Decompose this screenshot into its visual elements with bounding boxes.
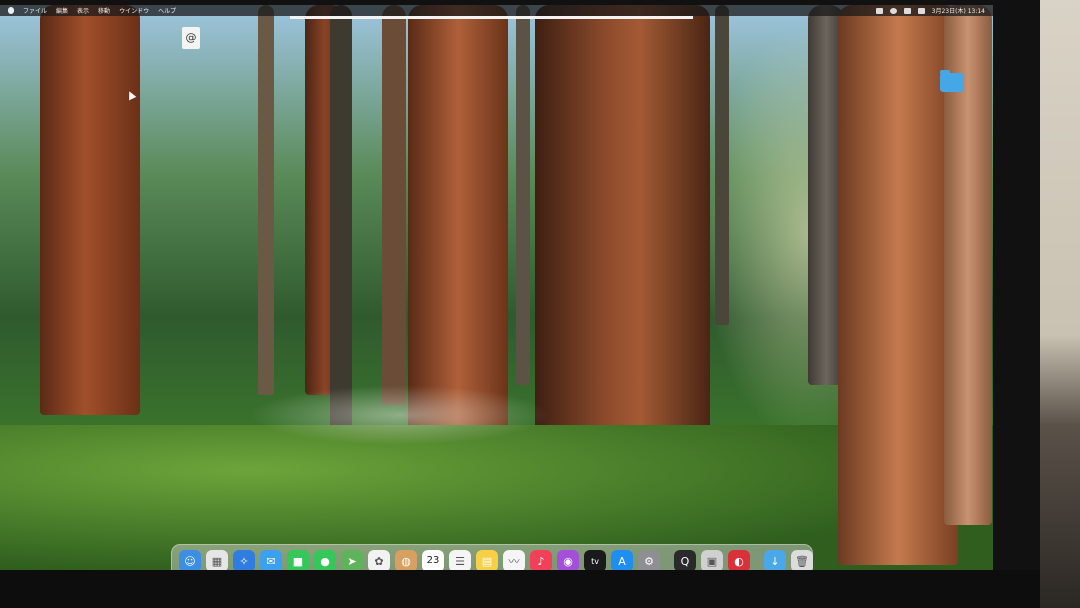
dock-quicktime-icon[interactable]: Q	[674, 550, 696, 572]
dock-messages-icon[interactable]: ●	[314, 550, 336, 572]
dock-app-store-icon[interactable]: A	[611, 550, 633, 572]
dock-maps-icon[interactable]: ➤	[341, 550, 363, 572]
dock-mail-icon[interactable]: ✉	[260, 550, 282, 572]
room-wall	[1036, 0, 1080, 608]
progress-fill	[290, 16, 693, 19]
dock-photo-booth-icon[interactable]: ◐	[728, 550, 750, 572]
dock-glyph: ▦	[211, 554, 223, 568]
dock-reminders-icon[interactable]: ☰	[449, 550, 471, 572]
dock-screenshot-icon[interactable]: ▣	[701, 550, 723, 572]
dock-finder-icon[interactable]: ☺	[179, 550, 201, 572]
desktop-folder-icon[interactable]	[940, 70, 964, 92]
dock-glyph: ✿	[374, 554, 384, 568]
calendar-day: 23	[426, 555, 440, 566]
calendar-face: 23	[427, 556, 440, 566]
status-area: 3月23日(木) 13:14	[875, 6, 993, 15]
dock-music-icon[interactable]: ♪	[530, 550, 552, 572]
dock-glyph: ➤	[347, 554, 357, 568]
dock-launchpad-icon[interactable]: ▦	[206, 550, 228, 572]
menu-bar: ファイル 編集 表示 移動 ウインドウ ヘルプ 3月23日(木) 13:14	[0, 5, 993, 16]
monitor-bottom-bezel	[0, 570, 1040, 608]
mist	[250, 385, 550, 445]
dock-glyph: ▤	[481, 554, 493, 568]
menu-go[interactable]: 移動	[98, 6, 110, 15]
tree-trunk	[258, 5, 274, 395]
dock-contacts-icon[interactable]: ◍	[395, 550, 417, 572]
progress-bar	[290, 16, 693, 19]
menu-window[interactable]: ウインドウ	[119, 6, 149, 15]
menu-edit[interactable]: 編集	[56, 6, 68, 15]
tree-trunk	[715, 5, 729, 325]
dock-glyph: Q	[680, 554, 690, 568]
desktop-at-file-icon[interactable]: @	[182, 27, 200, 49]
menu-help[interactable]: ヘルプ	[158, 6, 176, 15]
dock-glyph: ☺	[184, 554, 196, 568]
tree-trunk	[40, 5, 140, 415]
status-menu-icon[interactable]	[875, 7, 883, 14]
tree-trunk	[382, 5, 406, 405]
dock-podcasts-icon[interactable]: ◉	[557, 550, 579, 572]
dock-glyph: ♪	[537, 554, 545, 568]
dock-notes-icon[interactable]: ▤	[476, 550, 498, 572]
dock-trash-icon[interactable]: 🗑	[791, 550, 813, 572]
dock-glyph: ⚙	[644, 554, 654, 568]
search-icon[interactable]	[903, 7, 911, 14]
dock-glyph: ◉	[563, 554, 573, 568]
dock-freeform-icon[interactable]: 〰	[503, 550, 525, 572]
dock-downloads-folder-icon[interactable]: ↓	[764, 550, 786, 572]
dock-facetime-icon[interactable]: ■	[287, 550, 309, 572]
tree-trunk	[516, 5, 530, 385]
menu-file[interactable]: ファイル	[23, 6, 47, 15]
dock-apple-tv-icon[interactable]: tv	[584, 550, 606, 572]
menu-view[interactable]: 表示	[77, 6, 89, 15]
dock-glyph: ◍	[401, 554, 411, 568]
dock-safari-icon[interactable]: ✧	[233, 550, 255, 572]
dock-glyph: ☰	[455, 554, 465, 568]
menu-left: ファイル 編集 表示 移動 ウインドウ ヘルプ	[0, 6, 176, 15]
dock-glyph: ●	[320, 554, 330, 568]
tree-trunk	[408, 5, 508, 445]
dock-glyph: ▣	[706, 554, 718, 568]
dock-system-settings-icon[interactable]: ⚙	[638, 550, 660, 572]
dock-photos-icon[interactable]: ✿	[368, 550, 390, 572]
dock-glyph: ✉	[266, 554, 276, 568]
dock-glyph: ✧	[239, 554, 249, 568]
menu-clock[interactable]: 3月23日(木) 13:14	[932, 6, 985, 15]
dock-calendar-icon[interactable]: 23	[422, 550, 444, 572]
dock-glyph: tv	[591, 556, 599, 566]
dock-glyph: A	[618, 554, 626, 568]
dock: ☺ ▦ ✧ ✉ ■ ● ➤ ✿ ◍ 23 ☰ ▤ 〰 ♪ ◉ tv A ⚙ Q ▣ ◐ ↓ 🗑	[171, 544, 813, 572]
dock-glyph: 〰	[508, 555, 520, 568]
control-center-icon[interactable]	[917, 7, 925, 14]
dock-glyph: ■	[292, 554, 304, 568]
wifi-icon[interactable]	[889, 7, 897, 14]
dock-glyph: ↓	[770, 554, 780, 568]
desktop-screen: ファイル 編集 表示 移動 ウインドウ ヘルプ 3月23日(木) 13:14 @…	[0, 5, 993, 572]
dock-glyph: 🗑	[795, 554, 809, 568]
dock-glyph: ◐	[734, 554, 744, 568]
apple-icon[interactable]	[8, 7, 14, 14]
